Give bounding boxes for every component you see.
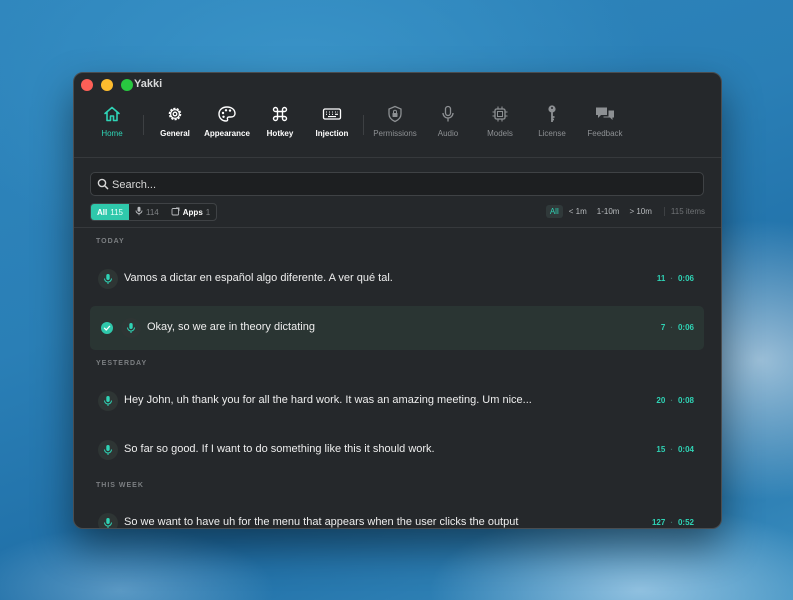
- toolbar-audio[interactable]: Audio: [418, 103, 478, 138]
- filter-all-count: 115: [110, 207, 123, 217]
- duration-all[interactable]: All: [545, 204, 563, 218]
- section-header-this-week: THIS WEEK: [96, 482, 144, 489]
- word-count: 11: [656, 274, 666, 283]
- transcription-text: Okay, so we are in theory dictating: [147, 321, 315, 333]
- toolbar-injection[interactable]: Injection: [302, 103, 362, 138]
- section-header-today: TODAY: [96, 238, 125, 245]
- close-window-button[interactable]: [81, 79, 93, 91]
- word-count: 7: [660, 323, 666, 332]
- microphone-icon: [121, 318, 141, 338]
- transcription-row[interactable]: So far so good. If I want to do somethin…: [90, 428, 704, 472]
- gear-icon: [166, 103, 184, 125]
- home-icon: [102, 103, 122, 125]
- microphone-icon: [98, 269, 118, 289]
- duration: 0:06: [677, 274, 694, 283]
- transcription-meta: 11 · 0:06: [656, 274, 694, 283]
- palette-icon: [217, 103, 237, 125]
- filter-voice-count: 114: [146, 207, 159, 217]
- shield-lock-icon: [387, 103, 403, 125]
- filter-all[interactable]: All 115: [91, 204, 129, 220]
- key-icon: [545, 103, 559, 125]
- duration-over-10m[interactable]: > 10m: [625, 205, 655, 218]
- transcription-text: So we want to have uh for the menu that …: [124, 516, 519, 528]
- chat-bubbles-icon: [594, 103, 616, 125]
- duration: 0:08: [677, 396, 694, 405]
- transcription-row-selected[interactable]: Okay, so we are in theory dictating 7 · 0:…: [90, 306, 704, 350]
- chip-icon: [491, 103, 509, 125]
- filter-apps-count: 1: [205, 207, 211, 217]
- word-count: 127: [651, 518, 666, 527]
- duration-1-10m[interactable]: 1-10m: [593, 205, 624, 218]
- toolbar-permissions[interactable]: Permissions: [365, 103, 425, 138]
- microphone-icon: [441, 103, 455, 125]
- command-key-icon: [271, 103, 289, 125]
- toolbar-home[interactable]: Home: [82, 103, 142, 138]
- checkmark-icon: [101, 322, 113, 334]
- microphone-icon: [98, 391, 118, 411]
- duration-under-1m[interactable]: < 1m: [565, 205, 591, 218]
- microphone-icon: [98, 440, 118, 460]
- title-bar: Yakki: [74, 73, 721, 97]
- toolbar-appearance[interactable]: Appearance: [197, 103, 257, 138]
- transcription-list: TODAY Vamos a dictar en español algo dif…: [74, 228, 721, 528]
- keyboard-icon: [322, 103, 342, 125]
- search-input[interactable]: [110, 175, 694, 195]
- transcription-meta: 7 · 0:06: [660, 323, 694, 332]
- transcription-text: Hey John, uh thank you for all the hard …: [124, 394, 532, 406]
- duration: 0:04: [677, 445, 694, 454]
- items-count: 115 items: [663, 206, 705, 216]
- microphone-icon: [98, 513, 118, 528]
- toolbar-divider: [143, 115, 144, 135]
- filter-voice[interactable]: 114: [129, 204, 165, 220]
- toolbar-license[interactable]: License: [522, 103, 582, 138]
- transcription-row[interactable]: Hey John, uh thank you for all the hard …: [90, 379, 704, 423]
- minimize-window-button[interactable]: [101, 79, 113, 91]
- app-window: Yakki Home General Appearance Hotkey Inj…: [73, 72, 722, 529]
- toolbar-feedback[interactable]: Feedback: [575, 103, 635, 138]
- app-window-icon: [171, 207, 180, 218]
- toolbar-models[interactable]: Models: [470, 103, 530, 138]
- microphone-icon: [135, 206, 143, 218]
- transcription-row[interactable]: So we want to have uh for the menu that …: [90, 501, 704, 528]
- toolbar-divider: [363, 115, 364, 135]
- window-title: Yakki: [134, 78, 163, 90]
- duration: 0:06: [677, 323, 694, 332]
- search-box[interactable]: [90, 172, 704, 196]
- section-header-yesterday: YESTERDAY: [96, 360, 148, 367]
- source-filter: All 115 114 Apps 1: [90, 203, 218, 221]
- duration: 0:52: [677, 518, 694, 527]
- transcription-meta: 127 · 0:52: [651, 518, 694, 527]
- filter-apps[interactable]: Apps 1: [165, 204, 216, 220]
- toolbar-divider-line: [74, 157, 721, 158]
- transcription-meta: 20 · 0:08: [656, 396, 694, 405]
- transcription-row[interactable]: Vamos a dictar en español algo diferente…: [90, 257, 704, 301]
- transcription-text: So far so good. If I want to do somethin…: [124, 443, 435, 455]
- word-count: 15: [656, 445, 666, 454]
- word-count: 20: [656, 396, 666, 405]
- toolbar-hotkey[interactable]: Hotkey: [250, 103, 310, 138]
- search-icon: [97, 177, 109, 195]
- toolbar-general[interactable]: General: [145, 103, 205, 138]
- toolbar: Home General Appearance Hotkey Injection…: [74, 103, 721, 157]
- duration-filter: All < 1m 1-10m > 10m 115 items: [545, 203, 705, 219]
- transcription-text: Vamos a dictar en español algo diferente…: [124, 272, 393, 284]
- zoom-window-button[interactable]: [121, 79, 133, 91]
- transcription-meta: 15 · 0:04: [656, 445, 694, 454]
